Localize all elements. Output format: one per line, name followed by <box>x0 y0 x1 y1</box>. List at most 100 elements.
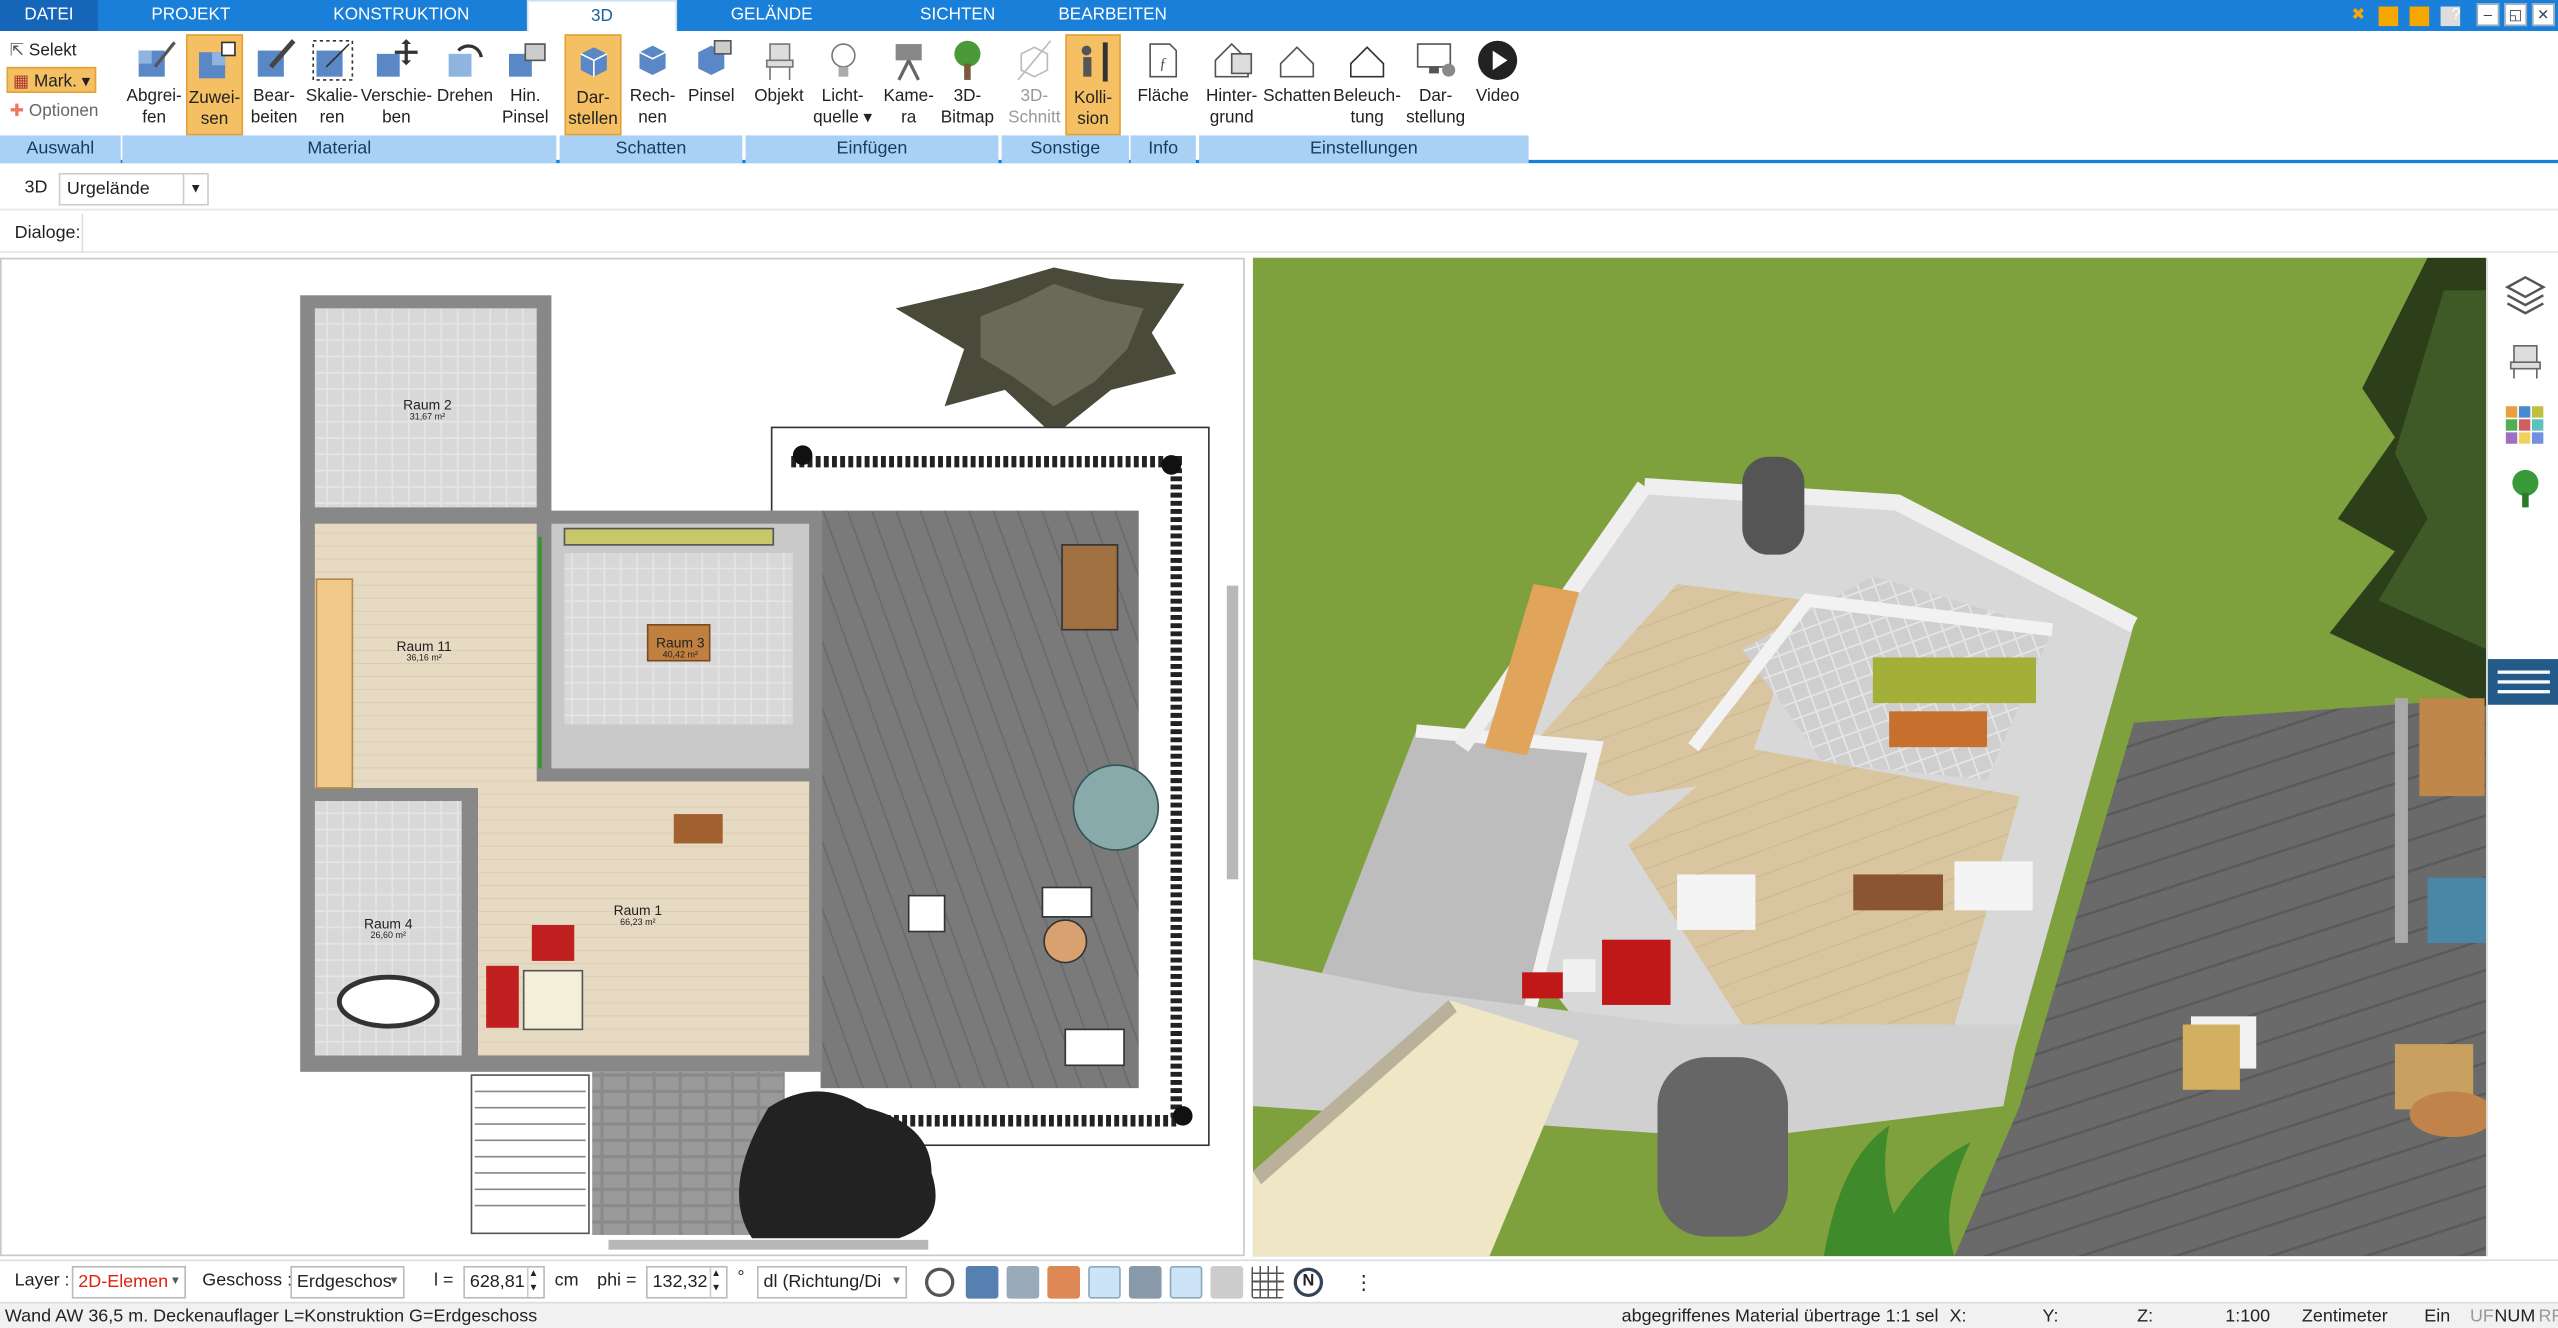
unit-indicator: Zentimeter <box>2301 1306 2388 1327</box>
group-einfuegen: Einfügen <box>745 135 999 164</box>
ribbon: ⇱ Selekt ▦ Mark. ▾ ✚ Optionen Auswahl Ab… <box>0 30 2558 164</box>
flaeche-button[interactable]: ƒ Fläche <box>1134 34 1193 135</box>
shadow-brush-icon <box>698 39 732 76</box>
optionen-button[interactable]: ✚ Optionen <box>10 98 99 124</box>
furniture-icon[interactable] <box>2504 339 2546 381</box>
scale-icon <box>311 39 353 81</box>
coord-z: Z: <box>2137 1306 2154 1327</box>
length-input[interactable]: 628,81 ▲ ▼ <box>463 1265 545 1299</box>
tab-datei[interactable]: DATEI <box>0 0 98 31</box>
layers-toggle-icon[interactable] <box>1210 1265 1244 1299</box>
layers-icon[interactable] <box>2504 274 2546 316</box>
tree-icon <box>954 40 981 80</box>
collision-icon <box>1081 42 1108 82</box>
group-sonstige: Sonstige <box>1001 135 1129 164</box>
close-button[interactable]: ✕ <box>2531 3 2555 27</box>
wall-tool-icon[interactable] <box>1088 1265 1121 1299</box>
3d-bitmap-button[interactable]: 3D- Bitmap <box>940 34 995 135</box>
plane-icon[interactable] <box>1169 1265 1203 1299</box>
geschoss-select[interactable]: Erdgeschos ▼ <box>290 1265 405 1299</box>
restore-button[interactable]: ◱ <box>2504 3 2528 27</box>
tab-gelaende[interactable]: GELÄNDE <box>711 0 832 31</box>
north-icon[interactable]: N <box>1293 1267 1324 1297</box>
more-options-icon[interactable]: ⋮ <box>1348 1266 1381 1299</box>
num-indicator: NUM <box>2494 1306 2536 1327</box>
room-label-raum-11: Raum 11 36,16 m² <box>396 637 452 664</box>
mark-button[interactable]: ▦ Mark. ▾ <box>6 66 97 93</box>
clock-icon[interactable] <box>925 1267 955 1297</box>
layer-select[interactable]: 2D-Elemen ▼ <box>71 1265 186 1299</box>
hatch-icon[interactable] <box>1128 1265 1162 1299</box>
render-icon[interactable] <box>1006 1265 1040 1299</box>
bearbeiten-button[interactable]: Bear-beiten <box>245 34 304 135</box>
abgreifen-button[interactable]: Abgrei-fen <box>124 34 184 135</box>
schatten-rechnen-button[interactable]: Rech-nen <box>623 34 682 135</box>
print-icon[interactable] <box>1047 1265 1080 1299</box>
direction-select[interactable]: dl (Richtung/Di ▼ <box>756 1265 908 1299</box>
scale-indicator: 1:100 <box>2225 1306 2271 1327</box>
lichtquelle-button[interactable]: Licht-quelle ▾ <box>809 34 876 135</box>
minimize-button[interactable]: – <box>2476 3 2500 27</box>
tab-bearbeiten[interactable]: BEARBEITEN <box>1054 0 1171 31</box>
calc-shadow-icon <box>639 45 666 76</box>
monitor-icon[interactable] <box>965 1265 999 1299</box>
darstellung-button[interactable]: Dar-stellung <box>1403 34 1468 135</box>
camera-icon <box>895 44 922 81</box>
l-label: l = <box>433 1270 454 1291</box>
terrain-select[interactable]: Urgelände ▼ <box>58 172 209 206</box>
schatten-darstellen-button[interactable]: Dar-stellen <box>564 34 622 136</box>
rotate-icon <box>448 44 483 77</box>
grid-icon[interactable] <box>1251 1265 1284 1299</box>
tab-projekt[interactable]: PROJEKT <box>121 0 261 31</box>
hin-pinsel-button[interactable]: Hin. Pinsel <box>496 34 555 135</box>
section-cut-icon <box>1017 40 1052 81</box>
kamera-button[interactable]: Kame-ra <box>878 34 940 135</box>
objekt-button[interactable]: Objekt <box>749 34 809 135</box>
tab-sichten[interactable]: SICHTEN <box>901 0 1015 31</box>
room-label-raum-3: Raum 3 40,42 m² <box>656 634 705 661</box>
floor-plan-view[interactable]: Raum 2 31,67 m² Raum 11 36,16 m² Raum 3 40,… <box>0 257 1245 1257</box>
hintergrund-button[interactable]: Hinter-grund <box>1201 34 1263 135</box>
tab-3d[interactable]: 3D <box>526 0 678 33</box>
plus-icon: ✚ <box>9 101 25 121</box>
tools-icon[interactable]: ✖ <box>2346 3 2370 27</box>
beleuchtung-button[interactable]: Beleuch-tung <box>1333 34 1402 135</box>
dialoge-label: Dialoge: <box>14 223 81 244</box>
group-einstellungen: Einstellungen <box>1199 135 1529 164</box>
plants-icon[interactable] <box>2504 467 2546 509</box>
skalieren-button[interactable]: Skalie-ren <box>303 34 360 135</box>
box-icon[interactable] <box>2378 6 2399 27</box>
3d-view[interactable] <box>1252 257 2487 1257</box>
spinner-icon: ▲ ▼ <box>709 1267 726 1297</box>
selekt-button[interactable]: ⇱ Selekt <box>10 38 77 64</box>
hamburger-menu-button[interactable] <box>2487 659 2558 705</box>
background-icon <box>1214 42 1253 78</box>
video-button[interactable]: Video <box>1468 34 1527 135</box>
phi-input[interactable]: 132,32 ▲ ▼ <box>646 1265 728 1299</box>
dialoge-bar: Dialoge: <box>0 213 2558 253</box>
schatten-pinsel-button[interactable]: Pinsel <box>682 34 741 135</box>
zuweisen-button[interactable]: Zuwei-sen <box>185 34 244 136</box>
group-material: Material <box>122 135 557 164</box>
drehen-button[interactable]: Drehen <box>434 34 496 135</box>
kollision-button[interactable]: Kolli-sion <box>1065 34 1121 136</box>
move-icon <box>376 39 418 77</box>
tab-konstruktion[interactable]: KONSTRUKTION <box>320 0 483 31</box>
status-message-left: Wand AW 36,5 m. Deckenauflager L=Konstru… <box>4 1306 538 1327</box>
help-icon[interactable]: ? <box>2444 3 2468 27</box>
3d-schnitt-button[interactable]: 3D- Schnitt <box>1005 34 1064 135</box>
svg-text:ƒ: ƒ <box>1159 54 1167 73</box>
eyedropper-icon <box>137 41 176 77</box>
status-bar: Wand AW 36,5 m. Deckenauflager L=Konstru… <box>0 1301 2558 1328</box>
group-schatten: Schatten <box>559 135 743 164</box>
pointer-icon: ⇱ <box>9 40 25 61</box>
house-light-icon <box>1349 46 1385 78</box>
schatten-settings-button[interactable]: Schatten <box>1263 34 1332 135</box>
menu-bar: DATEI PROJEKT KONSTRUKTION 3D GELÄNDE SI… <box>0 0 2558 33</box>
folder-icon[interactable] <box>2409 6 2430 27</box>
materials-icon[interactable] <box>2504 405 2546 447</box>
room-label-raum-2: Raum 2 31,67 m² <box>403 396 452 423</box>
verschieben-button[interactable]: Verschie-ben <box>361 34 433 135</box>
coord-y: Y: <box>2042 1306 2059 1327</box>
group-info: Info <box>1130 135 1196 164</box>
